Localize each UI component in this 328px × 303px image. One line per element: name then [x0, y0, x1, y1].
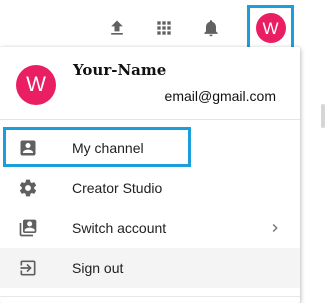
account-menu: W Your-Name email@gmail.com My channel C…	[0, 47, 300, 303]
notifications-button[interactable]	[197, 14, 225, 42]
menu-item-label: Sign out	[72, 260, 124, 276]
account-name: Your-Name	[73, 61, 167, 79]
account-header: W Your-Name email@gmail.com	[0, 47, 300, 119]
menu-item-label: Creator Studio	[72, 180, 163, 196]
account-avatar: W	[16, 65, 56, 105]
upload-button[interactable]	[103, 14, 131, 42]
account-email: email@gmail.com	[164, 88, 276, 104]
apps-grid-icon	[157, 21, 171, 35]
scrollbar-thumb[interactable]	[321, 104, 325, 128]
account-avatar-button[interactable]: W	[247, 5, 294, 51]
divider	[0, 296, 300, 297]
bell-icon	[204, 20, 218, 37]
switch-account-icon	[16, 216, 40, 240]
menu-item-switch-account[interactable]: Switch account	[0, 208, 300, 248]
page: W W Your-Name email@gmail.com My channel	[0, 0, 328, 303]
sign-out-icon	[16, 256, 40, 280]
chevron-right-icon	[263, 216, 287, 240]
menu-item-label: Switch account	[72, 220, 167, 236]
menu-item-sign-out[interactable]: Sign out	[0, 248, 300, 288]
account-box-icon	[16, 136, 40, 160]
gear-icon	[16, 176, 40, 200]
avatar: W	[255, 13, 286, 43]
upload-icon	[111, 20, 123, 35]
apps-button[interactable]	[150, 14, 178, 42]
menu-item-label: My channel	[72, 140, 144, 156]
divider	[0, 119, 300, 120]
menu-item-creator-studio[interactable]: Creator Studio	[0, 168, 300, 208]
menu-item-my-channel[interactable]: My channel	[0, 128, 300, 168]
